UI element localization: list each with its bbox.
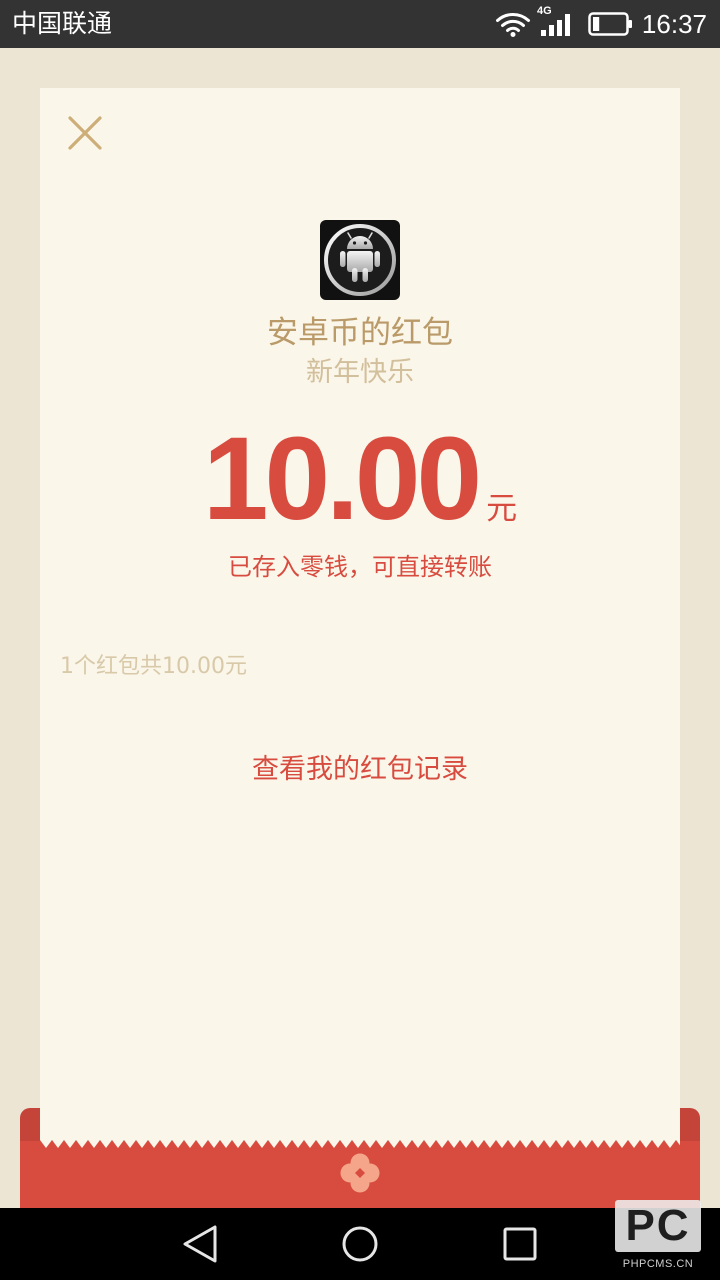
battery-level-fill xyxy=(593,17,600,31)
currency-unit: 元 xyxy=(486,491,518,527)
sender-title: 安卓币的红包 xyxy=(267,315,453,351)
greeting-message: 新年快乐 xyxy=(306,357,414,388)
packet-detail-card: 安卓币的红包 新年快乐 10.00 元 已存入零钱，可直接转账 1个红包共10.… xyxy=(40,88,680,1140)
view-records-link[interactable]: 查看我的红包记录 xyxy=(252,752,468,788)
packet-summary: 1个红包共10.00元 xyxy=(60,654,247,679)
flower-icon xyxy=(340,1153,380,1193)
clock: 16:37 xyxy=(641,9,707,39)
sender-avatar xyxy=(320,220,400,300)
signal-icon xyxy=(541,14,570,36)
close-icon[interactable] xyxy=(67,115,103,151)
status-bar: 中国联通 4G 16:37 xyxy=(0,0,720,48)
battery-icon xyxy=(588,12,632,36)
card-zigzag-edge xyxy=(40,1140,680,1148)
deposit-note: 已存入零钱，可直接转账 xyxy=(228,553,492,581)
home-icon[interactable] xyxy=(330,1208,390,1280)
android-logo-icon xyxy=(324,224,396,296)
recents-icon[interactable] xyxy=(490,1208,550,1280)
carrier-name: 中国联通 xyxy=(12,9,113,38)
red-packet-detail-screen: 中国联通 4G 16:37 安卓币的红包 新年快乐 10.00 元 已存入零钱，… xyxy=(0,0,720,1280)
wifi-icon xyxy=(496,13,530,37)
amount-row: 10.00 元 xyxy=(40,420,680,538)
watermark-logo: PC xyxy=(615,1200,701,1252)
navigation-bar xyxy=(0,1208,720,1280)
watermark-site: PHPCMS.CN xyxy=(622,1258,694,1270)
watermark-logo-text: PC xyxy=(625,1201,691,1250)
back-icon[interactable] xyxy=(170,1208,230,1280)
amount-value: 10.00 xyxy=(202,413,482,545)
